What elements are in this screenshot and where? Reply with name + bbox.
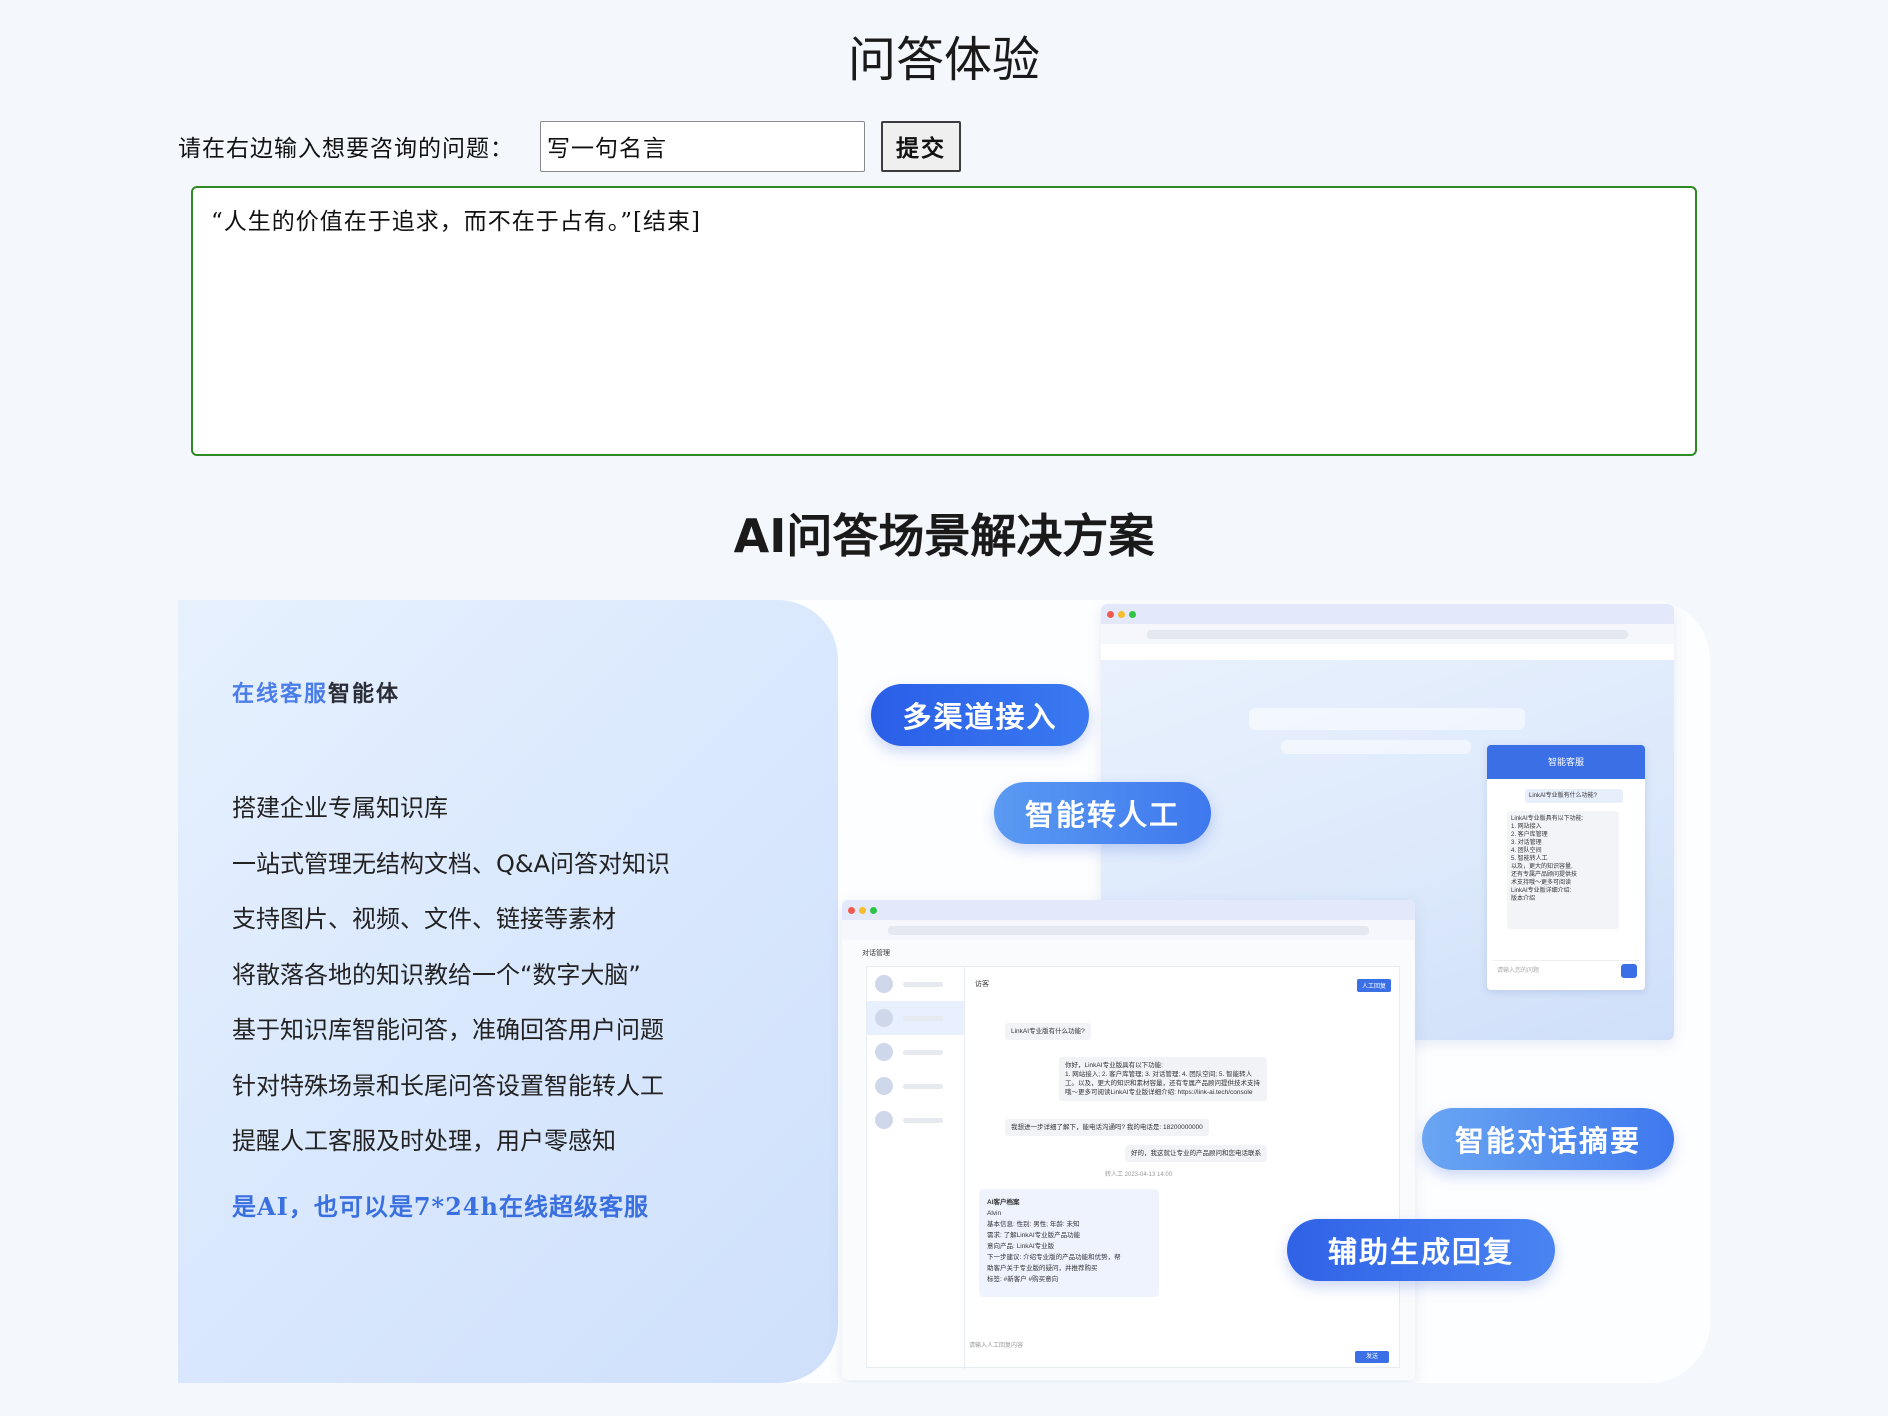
- list-item: [867, 1103, 964, 1137]
- page-title: 问答体验: [847, 32, 1040, 88]
- window-controls: [842, 900, 1415, 920]
- manual-reply-tag: 人工回复: [1356, 979, 1391, 992]
- console-app: 访客 人工回复 LinkAI专业版有什么功能? 你好，LinkAI专业版具有以下…: [866, 966, 1401, 1369]
- minimize-dot-icon: [859, 906, 866, 914]
- chat-widget-header: 智能客服: [1487, 745, 1645, 779]
- pill-summary: 智能对话摘要: [1422, 1108, 1674, 1170]
- solution-panel: 在线客服智能体 搭建企业专属知识库 一站式管理无结构文档、Q&A问答对知识 支持…: [178, 600, 1710, 1383]
- console-preview: 对话管理 访客 人工回复 LinkAI专业版有什么功能? 你好，LinkAI专业…: [842, 940, 1415, 1380]
- transfer-note: 转人工 2023-04-13 14:00: [1105, 1172, 1173, 1178]
- list-item: [867, 967, 964, 1001]
- chat-answer: LinkAI专业版具有以下功能: 1. 网站接入 2. 客户库管理 3. 对话管…: [1507, 811, 1619, 929]
- window-controls: [1101, 604, 1674, 624]
- feature-item: 提醒人工客服及时处理，用户零感知: [232, 1127, 616, 1155]
- maximize-dot-icon: [1129, 610, 1136, 618]
- card-title-highlight: 在线客服: [232, 681, 329, 707]
- msg-q1: LinkAI专业版有什么功能?: [1005, 1023, 1091, 1040]
- feature-item: 搭建企业专属知识库: [232, 794, 448, 822]
- conv-title: 访客: [975, 981, 989, 988]
- close-dot-icon: [848, 906, 855, 914]
- answer-box: “人生的价值在于追求，而不在于占有。”[结束]: [191, 186, 1697, 456]
- profile-line: 下一步建议: 介绍专业版的产品功能和优势，帮: [987, 1254, 1121, 1261]
- profile-line: 意向产品: LinkAI专业版: [987, 1243, 1055, 1250]
- pill-multichannel: 多渠道接入: [871, 684, 1089, 746]
- list-item: [867, 1001, 964, 1035]
- pill-smart-handoff: 智能转人工: [994, 782, 1211, 844]
- avatar: [875, 1043, 893, 1061]
- avatar: [875, 1009, 893, 1027]
- chat-question: LinkAI专业版有什么功能?: [1525, 789, 1623, 803]
- avatar: [875, 975, 893, 993]
- feature-list: 搭建企业专属知识库 一站式管理无结构文档、Q&A问答对知识 支持图片、视频、文件…: [232, 790, 670, 1179]
- answer-text: “人生的价值在于追求，而不在于占有。”[结束]: [211, 209, 701, 235]
- chat-widget-input: 请输入您的问题: [1493, 960, 1639, 982]
- profile-line: 需求: 了解LinkAI专业版产品功能: [987, 1232, 1081, 1239]
- reply-input: 请输入人工回复内容: [969, 1343, 1024, 1349]
- feature-item: 一站式管理无结构文档、Q&A问答对知识: [232, 849, 671, 878]
- crumb: 对话管理: [862, 950, 890, 957]
- avatar: [875, 1111, 893, 1129]
- slogan: 是AI，也可以是7*24h在线超级客服: [232, 1192, 649, 1221]
- card-title-rest: 智能体: [328, 681, 401, 707]
- close-dot-icon: [1107, 610, 1114, 618]
- profile-line: 标签: #新客户 #购买意向: [987, 1276, 1059, 1283]
- minimize-dot-icon: [1118, 610, 1125, 618]
- chat-widget: 智能客服 LinkAI专业版有什么功能? LinkAI专业版具有以下功能: 1.…: [1487, 745, 1645, 990]
- feature-item: 支持图片、视频、文件、链接等素材: [232, 905, 616, 933]
- send-button: 发送: [1355, 1351, 1389, 1363]
- profile-title: AI客户档案: [987, 1199, 1020, 1206]
- address-bar: [1101, 624, 1674, 644]
- ask-row: 请在右边输入想要咨询的问题： 提交: [178, 120, 961, 172]
- list-item: [867, 1069, 964, 1103]
- conversation-list: [867, 967, 965, 1369]
- profile-line: 助客户关于专业版的疑问，并推荐购买: [987, 1265, 1098, 1272]
- avatar: [875, 1077, 893, 1095]
- msg-q2: 我想进一步详细了解下，能电话沟通吗? 我的电话是: 18200000000: [1005, 1119, 1209, 1136]
- msg-a2: 好的，我这就让专业的产品顾问和您电话联系: [1125, 1145, 1267, 1162]
- feature-item: 基于知识库智能问答，准确回答用户问题: [232, 1016, 664, 1044]
- ask-label: 请在右边输入想要咨询的问题：: [178, 136, 514, 162]
- profile-line: 基本信息: 性别: 男性; 年龄: 未知: [987, 1221, 1080, 1228]
- profile-name: Alvin: [987, 1210, 1002, 1217]
- feature-card: 在线客服智能体 搭建企业专属知识库 一站式管理无结构文档、Q&A问答对知识 支持…: [178, 600, 838, 1383]
- section-title: AI问答场景解决方案: [733, 509, 1155, 563]
- card-title: 在线客服智能体: [232, 676, 400, 708]
- feature-item: 将散落各地的知识教给一个“数字大脑”: [232, 960, 641, 989]
- conversation-view: 访客 人工回复 LinkAI专业版有什么功能? 你好，LinkAI专业版具有以下…: [965, 967, 1401, 1369]
- submit-button[interactable]: 提交: [881, 120, 961, 172]
- feature-item: 针对特殊场景和长尾问答设置智能转人工: [232, 1071, 664, 1100]
- browser-mockup-console: 对话管理 访客 人工回复 LinkAI专业版有什么功能? 你好，LinkAI专业…: [842, 900, 1415, 1380]
- pill-assist-reply: 辅助生成回复: [1287, 1219, 1555, 1281]
- customer-profile-card: AI客户档案 Alvin 基本信息: 性别: 男性; 年龄: 未知 需求: 了解…: [979, 1189, 1159, 1297]
- list-item: [867, 1035, 964, 1069]
- question-input[interactable]: [540, 120, 865, 172]
- send-icon: [1621, 964, 1637, 978]
- address-bar: [842, 920, 1415, 940]
- maximize-dot-icon: [870, 906, 877, 914]
- msg-a1: 你好，LinkAI专业版具有以下功能: 1. 网站接入; 2. 客户库管理; 3…: [1059, 1057, 1267, 1101]
